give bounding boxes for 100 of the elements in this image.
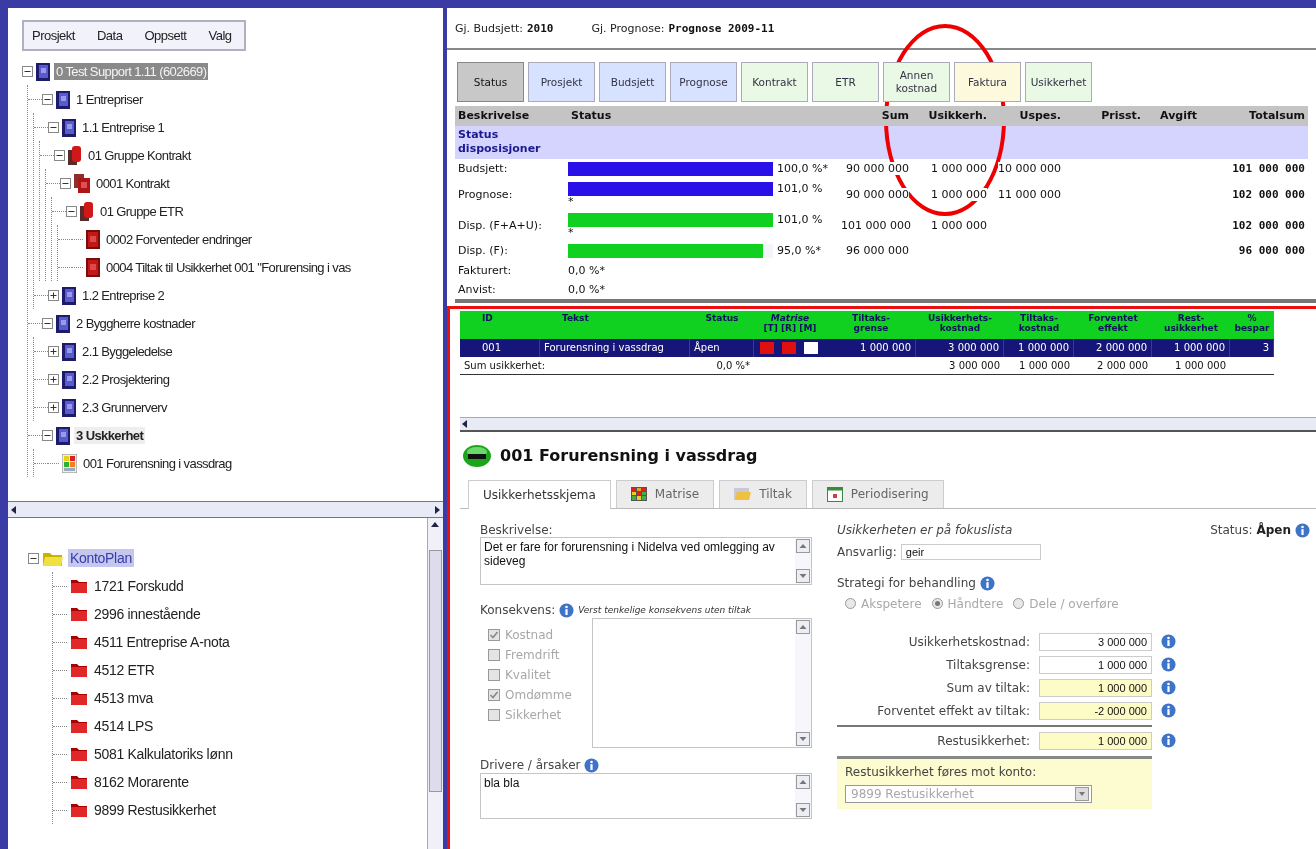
collapse-icon[interactable]: [48, 121, 59, 133]
tree-item[interactable]: 2.2 Prosjektering: [80, 370, 172, 388]
scroll-down-icon[interactable]: [796, 731, 810, 746]
tree-item[interactable]: 0001 Kontrakt: [94, 174, 172, 192]
info-icon[interactable]: [1161, 680, 1176, 696]
collapse-icon[interactable]: [28, 552, 39, 564]
tab[interactable]: Usikkerhetsskjema: [468, 479, 611, 509]
tab[interactable]: ETR: [812, 62, 879, 102]
expand-icon[interactable]: [48, 345, 59, 357]
collapse-icon[interactable]: [66, 205, 77, 217]
vertical-scrollbar[interactable]: [427, 518, 443, 849]
tree-item[interactable]: 01 Gruppe ETR: [98, 202, 186, 220]
tree-item[interactable]: 4514 LPS: [92, 717, 156, 735]
vertical-scrollbar[interactable]: [795, 773, 811, 818]
info-icon[interactable]: [1295, 522, 1310, 538]
document-icon: [86, 229, 100, 249]
tab[interactable]: Usikkerhet: [1025, 62, 1092, 102]
tree-item[interactable]: 2 Byggherre kostnader: [74, 314, 197, 332]
responsible-field[interactable]: geir: [900, 543, 1041, 560]
collapse-icon[interactable]: [462, 443, 492, 468]
tree-item[interactable]: 4512 ETR: [92, 661, 157, 679]
table-cell: 102 000 000: [1232, 218, 1305, 232]
info-icon[interactable]: [1161, 634, 1176, 650]
book-icon: [36, 61, 50, 81]
collapse-icon[interactable]: [54, 149, 65, 161]
menu-item[interactable]: Prosjekt: [32, 28, 75, 43]
tree-item[interactable]: 0004 Tiltak til Usikkerhet 001 "Forurensing i vas: [104, 258, 353, 276]
tree-item[interactable]: 1 Entrepriser: [74, 90, 145, 108]
tree-item[interactable]: 1721 Forskudd: [92, 577, 186, 595]
field-label: Restusikkerhet:: [936, 733, 1030, 748]
expand-icon[interactable]: [48, 289, 59, 301]
tree-item[interactable]: 3 Uskkerhet: [74, 426, 146, 444]
table-cell: 3 000 000: [916, 356, 1004, 375]
scroll-left-icon[interactable]: [460, 418, 470, 429]
tree-item[interactable]: 1.1 Entreprise 1: [80, 118, 167, 136]
percent-text: 95,0 %*: [777, 244, 821, 258]
consequence-field[interactable]: [592, 617, 812, 748]
info-icon[interactable]: [1161, 733, 1176, 749]
description-field[interactable]: Det er fare for forurensning i Nidelva ved omlegging av sideveg: [480, 536, 812, 585]
documents-icon: [74, 173, 90, 193]
column-header: Uspes.: [990, 106, 1064, 126]
column-header: Status: [690, 310, 754, 339]
table-cell: 90 000 000: [846, 187, 909, 201]
tab[interactable]: Tiltak: [719, 479, 807, 508]
scroll-down-icon[interactable]: [796, 568, 810, 583]
amount-field: -2 000 000: [1039, 701, 1152, 720]
collapse-icon[interactable]: [42, 93, 53, 105]
tree-item[interactable]: 01 Gruppe Kontrakt: [86, 146, 193, 164]
document-icon: [86, 257, 100, 277]
collapse-icon[interactable]: [42, 429, 53, 441]
amount-field[interactable]: 1 000 000: [1039, 655, 1152, 674]
tab[interactable]: Prognose: [670, 62, 737, 102]
row-label: Prognose:: [457, 186, 514, 203]
tree-item[interactable]: 2.1 Byggeledelse: [80, 342, 175, 360]
horizontal-scrollbar[interactable]: [8, 501, 443, 518]
info-icon[interactable]: [584, 757, 600, 773]
column-header: Rest- usikkerhet: [1152, 310, 1230, 339]
tab[interactable]: Matrise: [615, 479, 715, 508]
drivers-field[interactable]: bla bla: [480, 772, 812, 819]
expand-icon[interactable]: [48, 401, 59, 413]
tab[interactable]: Kontrakt: [741, 62, 808, 102]
tree-item[interactable]: 5081 Kalkulatoriks lønn: [92, 745, 235, 763]
vertical-scrollbar[interactable]: [795, 618, 811, 747]
tree-item[interactable]: 1.2 Entreprise 2: [80, 286, 167, 304]
section-header: Status disposisjoner: [455, 126, 1308, 159]
collapse-icon[interactable]: [22, 65, 33, 77]
menu-item[interactable]: Oppsett: [144, 28, 187, 43]
tab[interactable]: Prosjekt: [528, 62, 595, 102]
book-icon: [62, 341, 76, 361]
tab[interactable]: Status: [457, 62, 524, 102]
info-icon[interactable]: [559, 602, 575, 618]
menu-item[interactable]: Valg: [208, 28, 232, 43]
field-value: 2010: [526, 21, 554, 35]
footnote-mark: *: [568, 226, 575, 238]
collapse-icon[interactable]: [60, 177, 71, 189]
tree-item[interactable]: 2.3 Grunnerverv: [80, 398, 169, 416]
tree-item[interactable]: 4513 mva: [92, 689, 156, 707]
horizontal-scrollbar[interactable]: [460, 416, 1316, 432]
scroll-down-icon[interactable]: [796, 802, 810, 817]
vertical-scrollbar[interactable]: [795, 537, 811, 584]
tree-item[interactable]: 0002 Forventeder endringer: [104, 230, 254, 248]
tab[interactable]: Budsjett: [599, 62, 666, 102]
column-header: Totalsum: [1200, 106, 1308, 126]
tree-item[interactable]: 8162 Morarente: [92, 773, 191, 791]
tree-item[interactable]: KontoPlan: [68, 549, 134, 567]
tab[interactable]: Periodisering: [811, 479, 944, 508]
info-icon[interactable]: [979, 575, 995, 591]
tab[interactable]: Annen kostnad: [883, 62, 950, 102]
tree-item[interactable]: 4511 Entreprise A-nota: [92, 633, 232, 651]
collapse-icon[interactable]: [42, 317, 53, 329]
info-icon[interactable]: [1161, 657, 1176, 673]
tree-item[interactable]: 001 Forurensning i vassdrag: [81, 454, 234, 472]
menu-item[interactable]: Data: [96, 28, 123, 43]
info-icon[interactable]: [1161, 703, 1176, 719]
tab[interactable]: Faktura: [954, 62, 1021, 102]
expand-icon[interactable]: [48, 373, 59, 385]
tree-item[interactable]: 2996 innestående: [92, 605, 203, 623]
column-header: Matrise [T] [R] [M]: [754, 310, 826, 339]
tree-item[interactable]: 9899 Restusikkerhet: [92, 801, 218, 819]
amount-field[interactable]: 3 000 000: [1039, 632, 1152, 651]
